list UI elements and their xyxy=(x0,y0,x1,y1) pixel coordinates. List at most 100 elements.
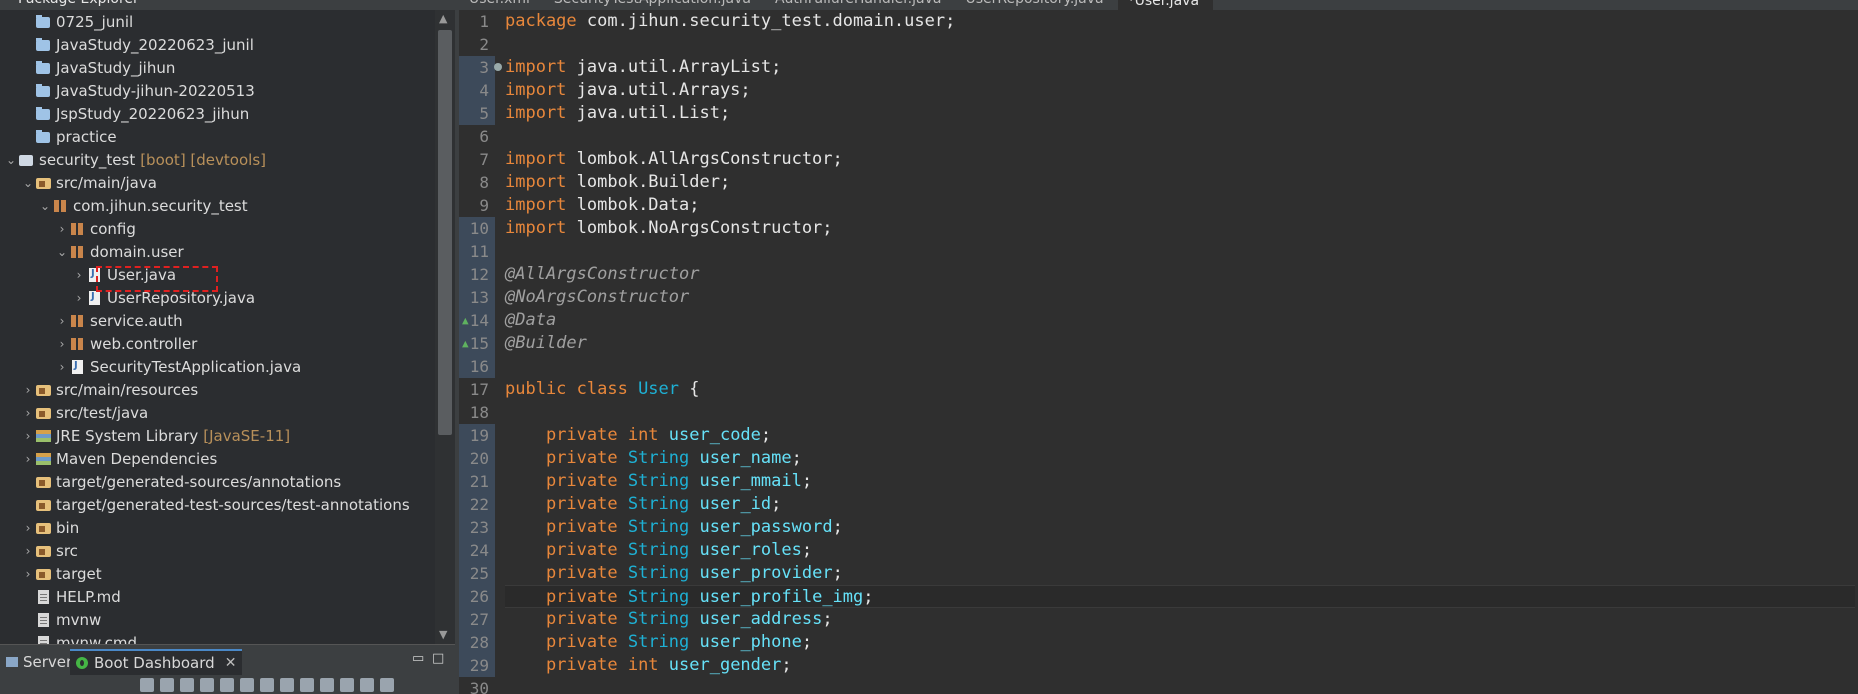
code-area[interactable]: package com.jihun.security_test.domain.u… xyxy=(505,10,1855,694)
tab-boot-dashboard[interactable]: Boot Dashboard ✕ xyxy=(70,649,243,675)
tree-item[interactable]: JavaStudy_jihun xyxy=(0,56,435,79)
code-line[interactable]: import lombok.AllArgsConstructor; xyxy=(505,148,1855,171)
maximize-icon[interactable]: □ xyxy=(432,651,444,666)
tree-item[interactable]: › src xyxy=(0,539,435,562)
code-line[interactable]: import lombok.Builder; xyxy=(505,171,1855,194)
code-line[interactable]: private String user_id; xyxy=(505,493,1855,516)
minimize-icon[interactable]: ▭ xyxy=(412,651,424,666)
explorer-scrollbar[interactable]: ▲ ▼ xyxy=(435,10,455,644)
tree-item[interactable]: › config xyxy=(0,217,435,240)
code-line[interactable]: @Data xyxy=(505,309,1855,332)
add-icon[interactable] xyxy=(360,678,374,692)
tree-item[interactable]: mvnw xyxy=(0,608,435,631)
refresh-icon[interactable] xyxy=(240,678,254,692)
scrollbar-thumb[interactable] xyxy=(438,30,452,435)
tree-item[interactable]: › web.controller xyxy=(0,332,435,355)
code-line[interactable]: private String user_phone; xyxy=(505,631,1855,654)
restart-icon[interactable] xyxy=(200,678,214,692)
tree-item[interactable]: JspStudy_20220623_jihun xyxy=(0,102,435,125)
code-line[interactable]: private String user_profile_img; xyxy=(505,585,1855,608)
chevron-right-icon[interactable]: › xyxy=(55,360,69,374)
code-line[interactable]: import lombok.Data; xyxy=(505,194,1855,217)
chevron-right-icon[interactable]: › xyxy=(21,544,35,558)
tree-item[interactable]: › target xyxy=(0,562,435,585)
code-line[interactable]: import lombok.NoArgsConstructor; xyxy=(505,217,1855,240)
tree-item[interactable]: target/generated-sources/annotations xyxy=(0,470,435,493)
code-line[interactable]: private String user_roles; xyxy=(505,539,1855,562)
scroll-down-icon[interactable]: ▼ xyxy=(439,628,447,641)
editor-tab[interactable]: SecurityTestApplication.java xyxy=(544,0,765,10)
tree-item[interactable]: JavaStudy_20220623_junil xyxy=(0,33,435,56)
tree-item[interactable]: ⌄ com.jihun.security_test xyxy=(0,194,435,217)
tree-item[interactable]: › src/main/resources xyxy=(0,378,435,401)
tree-item[interactable]: ⌄ domain.user xyxy=(0,240,435,263)
code-line[interactable]: private String user_name; xyxy=(505,447,1855,470)
code-line[interactable] xyxy=(505,33,1855,56)
code-line[interactable]: private int user_gender; xyxy=(505,654,1855,677)
code-line[interactable]: private String user_address; xyxy=(505,608,1855,631)
debug-icon[interactable] xyxy=(160,678,174,692)
tree-item[interactable]: › JRE System Library [JavaSE-11] xyxy=(0,424,435,447)
override-marker-icon[interactable]: ▲ xyxy=(462,309,469,332)
chevron-right-icon[interactable]: › xyxy=(21,567,35,581)
tree-item[interactable]: practice xyxy=(0,125,435,148)
chevron-right-icon[interactable]: › xyxy=(55,222,69,236)
chevron-right-icon[interactable]: › xyxy=(72,291,86,305)
chevron-right-icon[interactable]: › xyxy=(55,314,69,328)
chevron-right-icon[interactable]: › xyxy=(21,521,35,535)
code-line[interactable]: package com.jihun.security_test.domain.u… xyxy=(505,10,1855,33)
properties-icon[interactable] xyxy=(260,678,274,692)
code-line[interactable]: public class User { xyxy=(505,378,1855,401)
scroll-up-icon[interactable]: ▲ xyxy=(439,12,447,25)
code-line[interactable]: import java.util.ArrayList; xyxy=(505,56,1855,79)
code-editor[interactable]: User.xmlSecurityTestApplication.javaAuth… xyxy=(455,0,1858,694)
code-line[interactable]: @NoArgsConstructor xyxy=(505,286,1855,309)
explorer-title[interactable]: Package Explorer xyxy=(18,0,139,10)
editor-tab[interactable]: AuthFailureHandler.java xyxy=(765,0,956,10)
code-line[interactable] xyxy=(505,401,1855,424)
menu-icon[interactable] xyxy=(380,678,394,692)
tree-item[interactable]: › User.java xyxy=(0,263,435,286)
tree-item[interactable]: › SecurityTestApplication.java xyxy=(0,355,435,378)
chevron-right-icon[interactable]: › xyxy=(21,383,35,397)
code-line[interactable] xyxy=(505,240,1855,263)
code-line[interactable]: @AllArgsConstructor xyxy=(505,263,1855,286)
tree-item[interactable]: 0725_junil xyxy=(0,10,435,33)
chevron-right-icon[interactable]: › xyxy=(55,337,69,351)
code-line[interactable]: private int user_code; xyxy=(505,424,1855,447)
code-line[interactable]: private String user_password; xyxy=(505,516,1855,539)
bulb-icon[interactable] xyxy=(320,678,334,692)
tree-item[interactable]: mvnw.cmd xyxy=(0,631,435,644)
chevron-right-icon[interactable]: › xyxy=(21,406,35,420)
stop-icon[interactable] xyxy=(180,678,194,692)
close-icon[interactable]: ✕ xyxy=(225,655,237,671)
view-icon[interactable] xyxy=(300,678,314,692)
tree-item[interactable]: › src/test/java xyxy=(0,401,435,424)
code-line[interactable]: import java.util.List; xyxy=(505,102,1855,125)
code-line[interactable] xyxy=(505,677,1855,694)
tree-item[interactable]: › UserRepository.java xyxy=(0,286,435,309)
tree-item[interactable]: › bin xyxy=(0,516,435,539)
tree-item[interactable]: ⌄ src/main/java xyxy=(0,171,435,194)
chevron-right-icon[interactable]: › xyxy=(21,452,35,466)
chevron-down-icon[interactable]: ⌄ xyxy=(38,199,52,213)
tree-item[interactable]: HELP.md xyxy=(0,585,435,608)
fold-toggle-icon[interactable] xyxy=(494,63,502,71)
chevron-right-icon[interactable]: › xyxy=(21,429,35,443)
tree-item[interactable]: › Maven Dependencies xyxy=(0,447,435,470)
code-line[interactable]: import java.util.Arrays; xyxy=(505,79,1855,102)
code-line[interactable]: @Builder xyxy=(505,332,1855,355)
chevron-down-icon[interactable]: ⌄ xyxy=(55,245,69,259)
edit-icon[interactable] xyxy=(280,678,294,692)
filter-icon[interactable] xyxy=(340,678,354,692)
console-icon[interactable] xyxy=(220,678,234,692)
tree-item[interactable]: › service.auth xyxy=(0,309,435,332)
editor-tab[interactable]: UserRepository.java xyxy=(955,0,1117,10)
override-marker-icon[interactable]: ▲ xyxy=(462,332,469,355)
tree-item[interactable]: target/generated-test-sources/test-annot… xyxy=(0,493,435,516)
chevron-down-icon[interactable]: ⌄ xyxy=(4,153,18,167)
code-line[interactable]: private String user_mmail; xyxy=(505,470,1855,493)
tree-item[interactable]: JavaStudy-jihun-20220513 xyxy=(0,79,435,102)
chevron-down-icon[interactable]: ⌄ xyxy=(21,176,35,190)
start-icon[interactable] xyxy=(140,678,154,692)
